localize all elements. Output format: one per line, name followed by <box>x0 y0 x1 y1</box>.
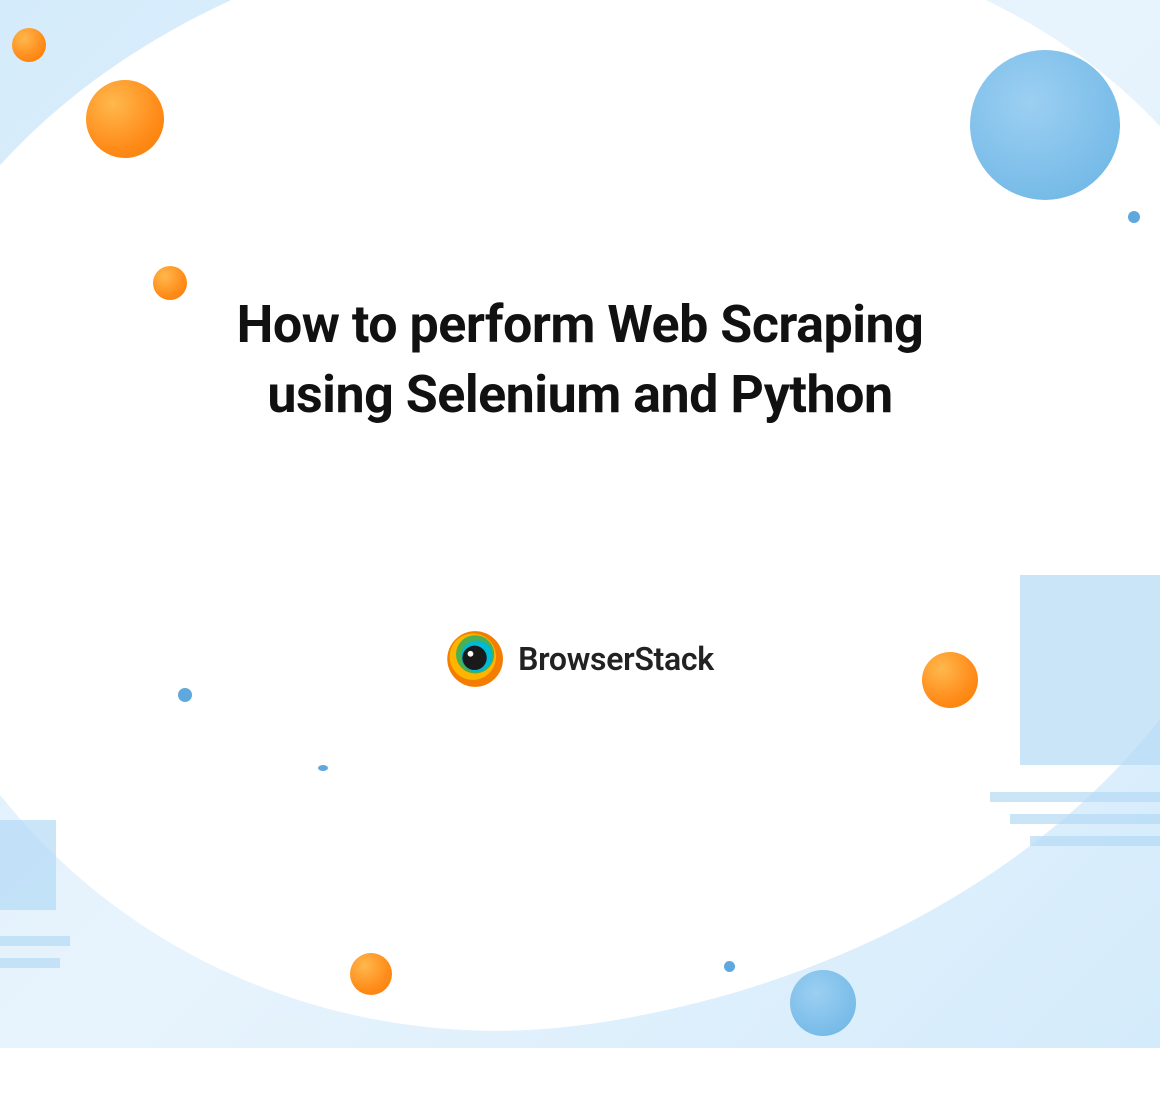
bar-decor <box>0 958 60 968</box>
blue-dot-icon <box>318 765 328 771</box>
orange-dot-icon <box>86 80 164 158</box>
bar-decor <box>1020 575 1160 765</box>
bar-decor <box>1030 836 1160 846</box>
orange-dot-icon <box>12 28 46 62</box>
blue-circle-icon <box>970 50 1120 200</box>
blue-dot-icon <box>724 961 735 972</box>
bar-decor <box>0 936 70 946</box>
orange-dot-icon <box>350 953 392 995</box>
orange-dot-icon <box>922 652 978 708</box>
brand-name: BrowserStack <box>518 640 714 678</box>
bar-decor <box>990 792 1160 802</box>
bar-decor <box>1010 814 1160 824</box>
bar-decor <box>0 820 56 910</box>
blue-dot-icon <box>1128 211 1140 223</box>
blue-dot-icon <box>178 688 192 702</box>
browserstack-logo-icon <box>446 630 504 688</box>
blue-circle-icon <box>790 970 856 1036</box>
page-title: How to perform Web Scraping using Seleni… <box>170 290 990 430</box>
brand-logo-block: BrowserStack <box>446 630 714 688</box>
